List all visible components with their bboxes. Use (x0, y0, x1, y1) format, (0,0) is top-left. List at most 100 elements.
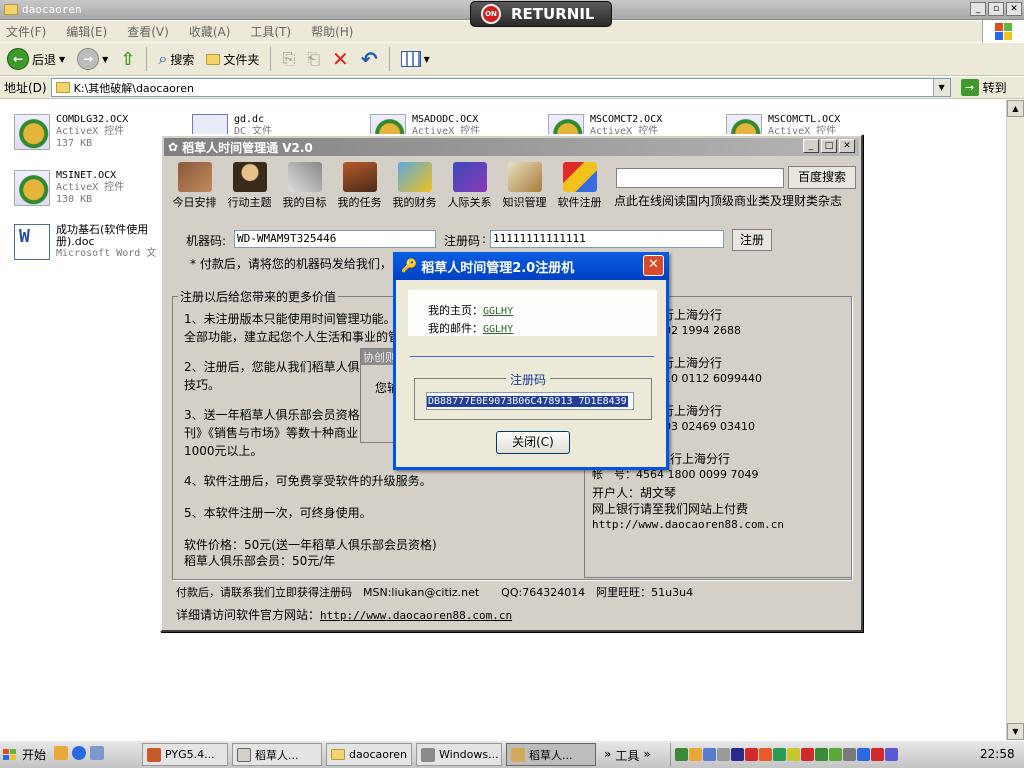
tray-icon[interactable] (843, 748, 856, 761)
reg-code-group-label: 注册码 (506, 371, 551, 388)
file-item[interactable]: MSINET.OCX ActiveX 控件 130 KB (14, 170, 124, 206)
pen-icon (287, 162, 322, 192)
forward-button[interactable]: → ▼ (74, 45, 111, 73)
benefits-group-title: 注册以后给您带来的更多价值 (178, 288, 339, 305)
menu-help[interactable]: 帮助(H) (311, 23, 353, 40)
benefit-text: 1、未注册版本只能使用时间管理功能。 (184, 312, 396, 326)
file-item[interactable]: COMDLG32.OCX ActiveX 控件 137 KB (14, 114, 128, 150)
my-goals-button[interactable]: 我的目标 (278, 162, 331, 210)
up-folder-icon: ⇧ (120, 48, 136, 70)
back-arrow-icon: ← (7, 48, 29, 70)
generated-code-field[interactable]: DB88777E0E9073B06C478913 7D1E8439 (426, 392, 634, 410)
menu-file[interactable]: 文件(F) (6, 23, 46, 40)
tray-icon[interactable] (773, 748, 786, 761)
undo-button[interactable]: ↶ (358, 45, 381, 73)
ie-icon[interactable] (72, 746, 86, 760)
address-input[interactable]: K:\其他破解\daocaoren ▼ (50, 78, 951, 97)
address-dropdown-icon[interactable]: ▼ (932, 79, 950, 96)
benefit-text: 全部功能，建立起您个人生活和事业的管 (184, 330, 401, 344)
tray-icon[interactable] (871, 748, 884, 761)
tray-icon[interactable] (703, 748, 716, 761)
go-arrow-icon: → (960, 79, 979, 96)
app-title-bar: ✿ 稻草人时间管理通 V2.0 (164, 138, 859, 156)
toolbar-separator (146, 47, 148, 71)
tray-icon[interactable] (815, 748, 828, 761)
my-finance-button[interactable]: 我的财务 (388, 162, 441, 210)
tray-icon[interactable] (675, 748, 688, 761)
taskbar-item[interactable]: 稻草人... (232, 743, 322, 766)
magazine-link[interactable]: 点此在线阅读国内顶级商业类及理财类杂志 (614, 192, 842, 209)
notebook-icon (507, 162, 542, 192)
action-theme-button[interactable]: 行动主题 (223, 162, 276, 210)
knowledge-button[interactable]: 知识管理 (498, 162, 551, 210)
returnil-badge[interactable]: ON RETURNIL (470, 1, 612, 27)
tray-icon[interactable] (731, 748, 744, 761)
homepage-link[interactable]: GGLHY (483, 306, 513, 317)
folders-button[interactable]: 文件夹 (203, 45, 262, 73)
media-icon[interactable] (90, 746, 104, 760)
tray-icon[interactable] (787, 748, 800, 761)
scroll-down-icon[interactable]: ▼ (1007, 723, 1024, 740)
register-button[interactable]: 注册 (732, 229, 772, 251)
menu-view[interactable]: 查看(V) (127, 23, 169, 40)
start-button[interactable]: 开始 (2, 743, 50, 766)
file-item[interactable]: 成功基石(软件使用册).docMicrosoft Word 文 (14, 224, 164, 260)
chevron-down-icon: ▼ (423, 54, 430, 64)
copy-to-button[interactable]: ⎗ (304, 45, 323, 73)
taskbar-item[interactable]: daocaoren (326, 743, 412, 766)
minimize-button[interactable]: _ (970, 2, 986, 16)
scroll-up-icon[interactable]: ▲ (1007, 100, 1024, 117)
app-minimize-button[interactable]: _ (803, 139, 819, 153)
baidu-search-button[interactable]: 百度搜索 (788, 166, 856, 189)
up-button[interactable]: ⇧ (117, 45, 138, 73)
tray-icon[interactable] (829, 748, 842, 761)
website-link[interactable]: http://www.daocaoren88.com.cn (320, 609, 512, 622)
search-button[interactable]: ⌕ 搜索 (155, 45, 197, 73)
tray-icon[interactable] (801, 748, 814, 761)
menu-favorites[interactable]: 收藏(A) (189, 23, 231, 40)
menu-tools[interactable]: 工具(T) (250, 23, 291, 40)
email-row: 我的邮件：GGLHY (428, 322, 514, 335)
tools-toolbar[interactable]: » 工具» (604, 747, 651, 764)
tray-icon[interactable] (689, 748, 702, 761)
move-to-button[interactable]: ⎘ (279, 45, 298, 73)
benefit-text: 刊》《销售与市场》等数十种商业 (184, 426, 359, 440)
payment-note: * 付款后，请将您的机器码发给我们， (190, 257, 392, 271)
tray-icon[interactable] (857, 748, 870, 761)
tray-icon[interactable] (759, 748, 772, 761)
machine-code-field[interactable]: WD-WMAM9T325446 (234, 230, 436, 248)
email-link[interactable]: GGLHY (483, 324, 513, 335)
taskbar-item[interactable]: PYG5.4... (142, 743, 228, 766)
software-register-button[interactable]: 软件注册 (553, 162, 606, 210)
go-button[interactable]: → 转到 (960, 79, 1007, 96)
delete-button[interactable]: ✕ (329, 45, 352, 73)
maximize-button[interactable]: ▫ (988, 2, 1004, 16)
tray-icon[interactable] (885, 748, 898, 761)
clock[interactable]: 22:58 (980, 747, 1015, 761)
folder-icon (55, 82, 70, 93)
keygen-close-button[interactable]: 关闭(C) (496, 431, 570, 454)
taskbar-item[interactable]: Windows... (416, 743, 502, 766)
benefit-text: 技巧。 (184, 378, 221, 392)
my-tasks-button[interactable]: 我的任务 (333, 162, 386, 210)
contact-info: 付款后，请联系我们立即获得注册码 MSN:liukan@citiz.net QQ… (176, 586, 694, 599)
search-input[interactable] (616, 168, 784, 188)
keygen-close-icon[interactable]: ✕ (643, 255, 664, 276)
today-schedule-button[interactable]: 今日安排 (168, 162, 221, 210)
desktop-icon[interactable] (54, 746, 68, 760)
tray-icon[interactable] (717, 748, 730, 761)
tray-icon[interactable] (745, 748, 758, 761)
app-window-controls: _ □ ✕ (803, 139, 855, 153)
taskbar-item-active[interactable]: 稻草人... (506, 743, 596, 766)
reg-code-field[interactable]: 11111111111111 (490, 230, 724, 248)
relationships-button[interactable]: 人际关系 (443, 162, 496, 210)
close-button[interactable]: ✕ (1006, 2, 1022, 16)
views-button[interactable]: ▼ (398, 45, 433, 73)
back-button[interactable]: ← 后退 ▼ (4, 45, 68, 73)
app-close-button[interactable]: ✕ (839, 139, 855, 153)
vertical-scrollbar[interactable]: ▲ ▼ (1006, 100, 1024, 740)
menu-edit[interactable]: 编辑(E) (66, 23, 107, 40)
app-maximize-button[interactable]: □ (821, 139, 837, 153)
standard-toolbar: ← 后退 ▼ → ▼ ⇧ ⌕ 搜索 文件夹 ⎘ ⎗ ✕ ↶ ▼ (0, 43, 1024, 76)
word-document-icon (14, 224, 50, 260)
